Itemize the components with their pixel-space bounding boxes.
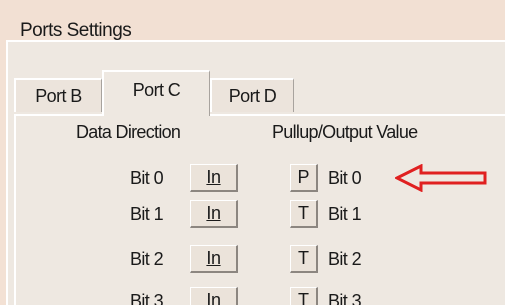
direction-button-bit-3[interactable]: In [190,287,238,305]
direction-bit-label: Bit 3 [130,291,164,305]
tab-port-d[interactable]: Port D [210,78,294,112]
tab-port-c[interactable]: Port C [102,70,210,116]
tab-port-c-label: Port C [132,80,181,100]
port-tabs: Port B Port D Port C [14,70,494,116]
direction-bit-label: Bit 2 [130,249,164,269]
output-bit-label: Bit 3 [328,291,362,305]
tab-port-b-label: Port B [35,85,82,106]
data-direction-header: Data Direction [76,122,181,142]
pullup-button-bit-0[interactable]: P [290,164,318,192]
left-arrow-icon [395,164,487,192]
direction-button-bit-1[interactable]: In [190,200,238,228]
bit-row-2: Bit 2 In T Bit 2 [0,245,505,275]
pullup-button-bit-3[interactable]: T [290,287,318,305]
direction-bit-label: Bit 1 [130,204,164,224]
pullup-button-bit-1[interactable]: T [290,200,318,228]
pullup-output-header: Pullup/Output Value [272,122,418,142]
direction-button-bit-0[interactable]: In [190,164,238,192]
tab-port-b[interactable]: Port B [14,78,102,112]
bit-row-1: Bit 1 In T Bit 1 [0,200,505,230]
output-bit-label: Bit 2 [328,249,362,269]
window-title: Ports Settings [20,20,132,41]
tab-port-d-label: Port D [228,85,277,106]
output-bit-label: Bit 1 [328,204,362,224]
ports-settings-window: Ports Settings Port B Port D Port C Data… [0,0,505,305]
output-bit-label: Bit 0 [328,168,362,188]
direction-button-bit-2[interactable]: In [190,245,238,273]
direction-bit-label: Bit 0 [130,168,164,188]
pullup-button-bit-2[interactable]: T [290,245,318,273]
bit-row-3: Bit 3 In T Bit 3 [0,287,505,305]
